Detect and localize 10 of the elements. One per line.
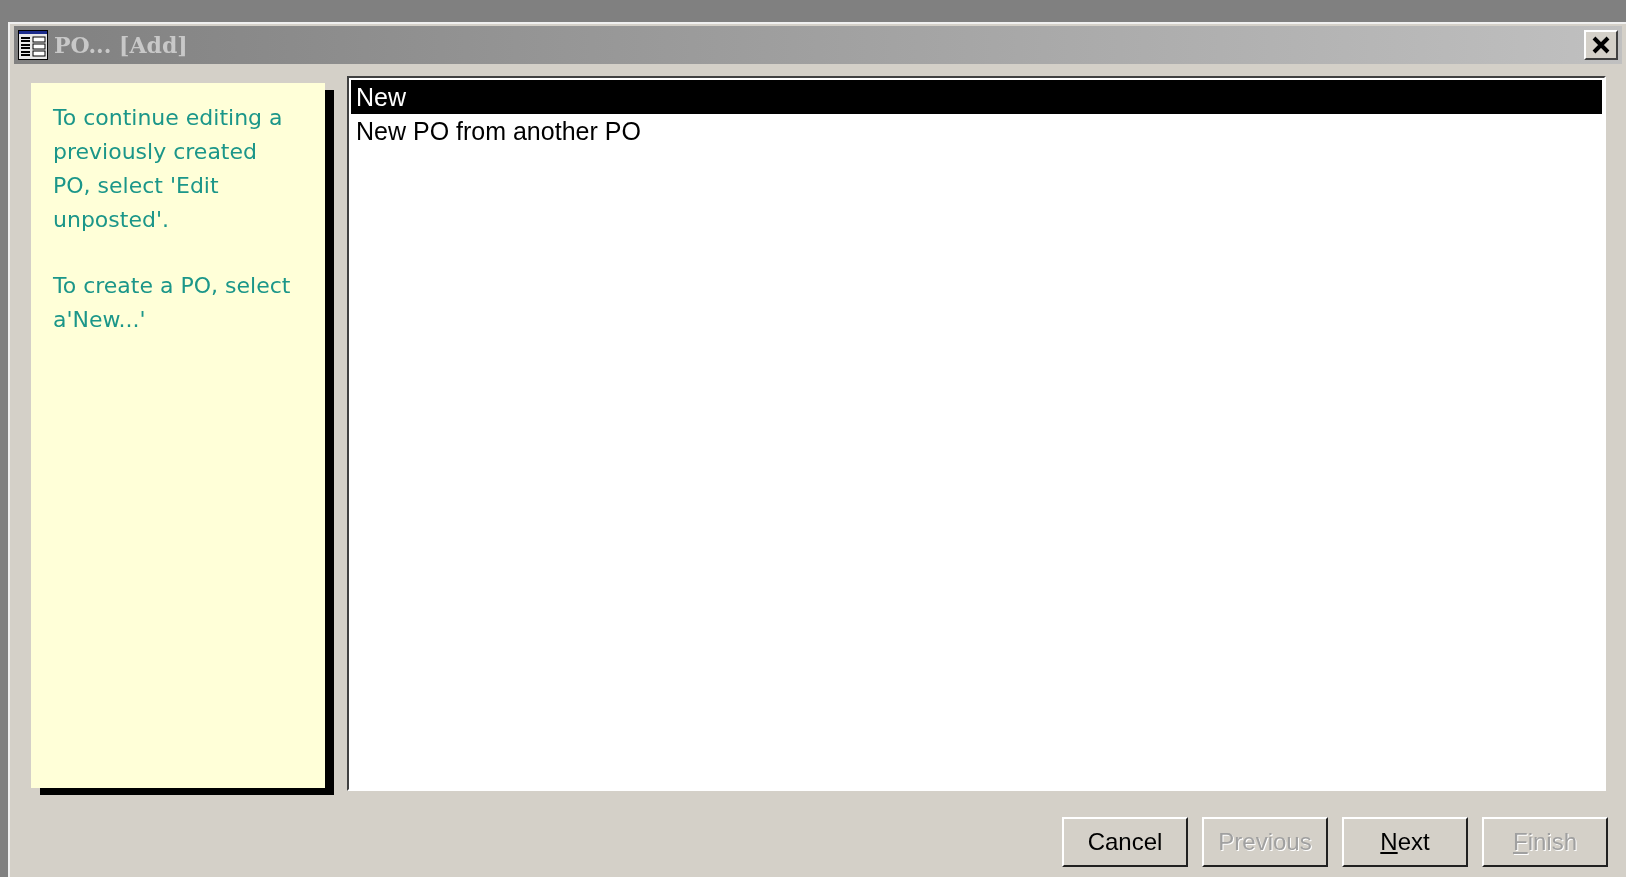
- help-text: To create a PO, select a'New...': [53, 272, 292, 334]
- help-text: To continue editing a previously created PO, select 'Edit unposted'.: [53, 104, 284, 234]
- window-title: PO... [Add]: [54, 32, 189, 58]
- wizard-button[interactable]: Cancel: [1062, 817, 1188, 867]
- close-icon: [1592, 36, 1610, 54]
- list-item[interactable]: New PO from another PO: [351, 114, 1602, 148]
- wizard-button[interactable]: Next: [1342, 817, 1468, 867]
- close-button[interactable]: [1584, 30, 1618, 60]
- form-icon: [18, 30, 48, 60]
- list-item[interactable]: New: [351, 80, 1602, 114]
